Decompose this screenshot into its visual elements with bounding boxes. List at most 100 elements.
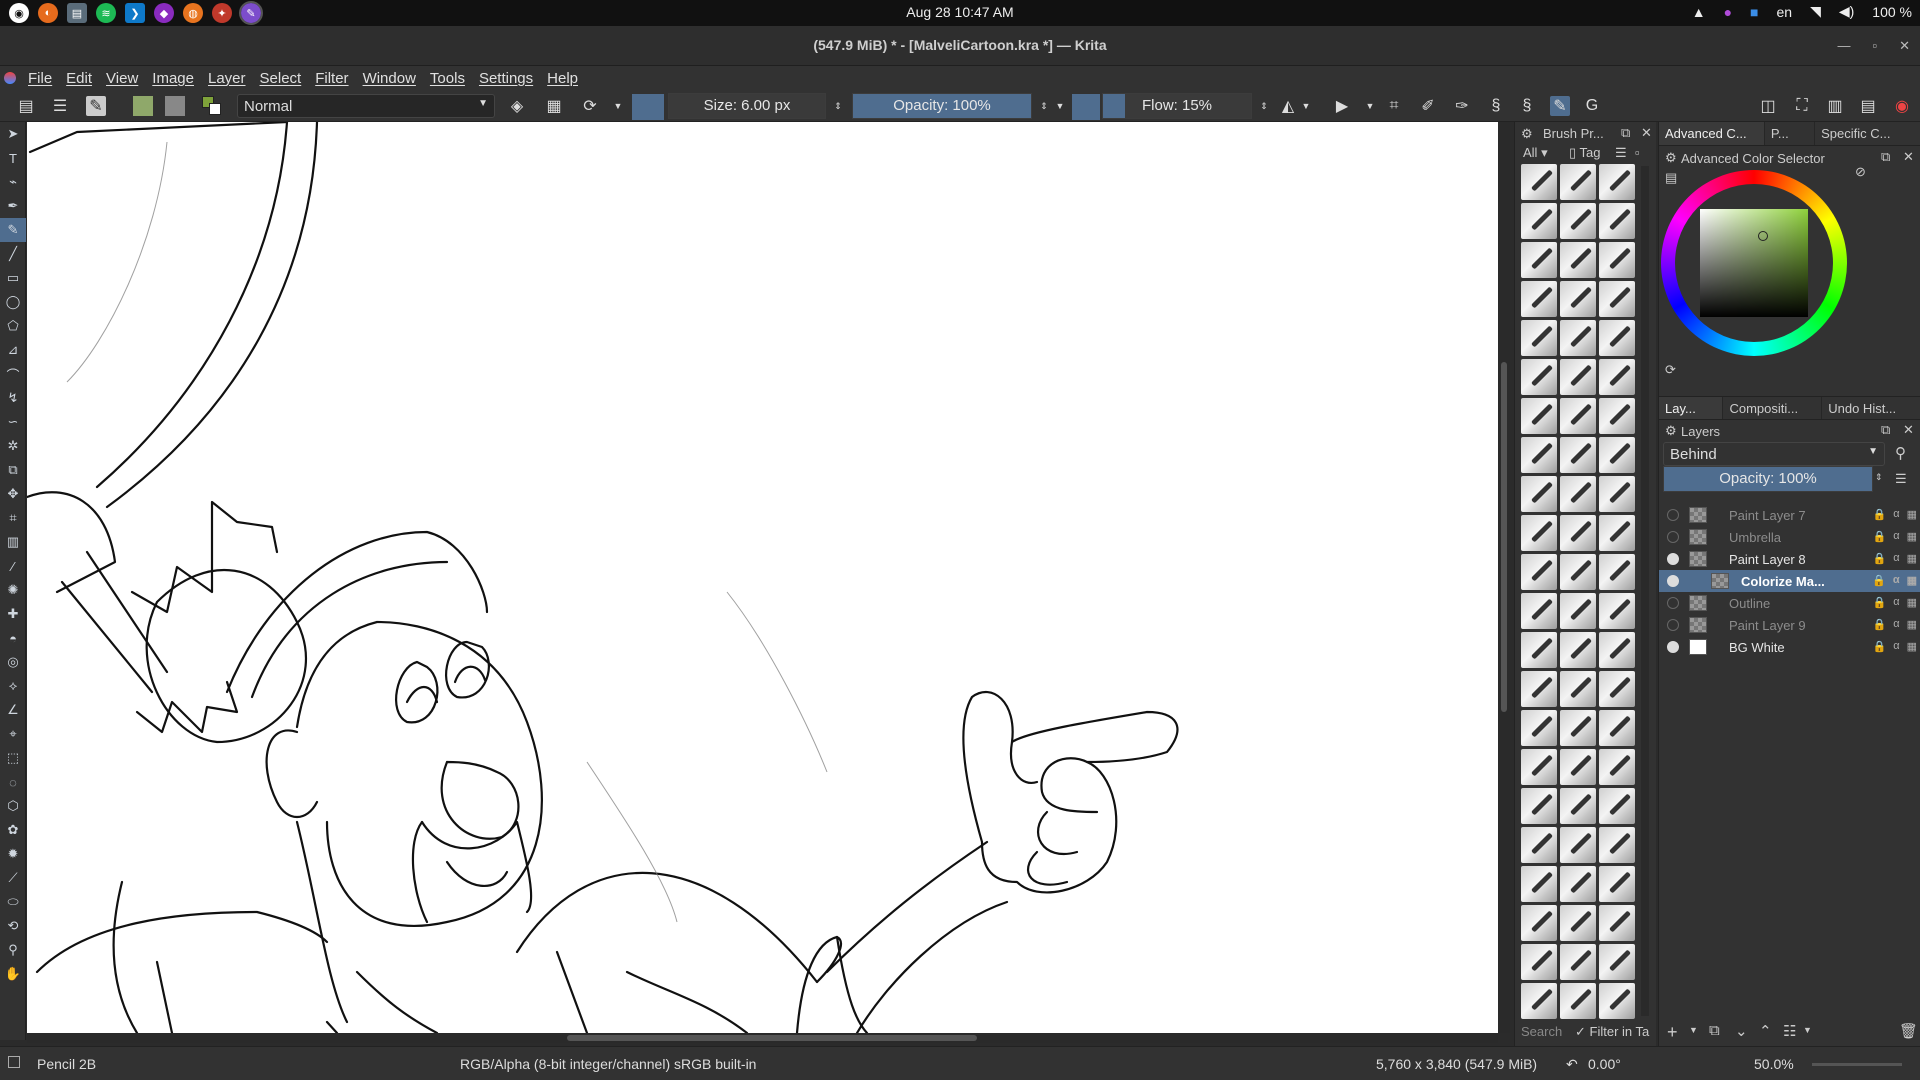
polyline-tool-icon[interactable]: ⊿ bbox=[0, 338, 26, 362]
add-layer-icon[interactable]: + bbox=[1667, 1022, 1678, 1043]
pan-tool-icon[interactable]: ✋ bbox=[0, 962, 26, 986]
brush-preset-tile[interactable] bbox=[1560, 281, 1596, 317]
tab-compositions[interactable]: Compositi... bbox=[1723, 397, 1823, 419]
brush-preset-tile[interactable] bbox=[1521, 281, 1557, 317]
brush-preset-tile[interactable] bbox=[1599, 905, 1635, 941]
chevron-down-icon[interactable]: ▼ bbox=[1360, 96, 1380, 116]
brush-preset-tile[interactable] bbox=[1560, 671, 1596, 707]
brush-preset-tile[interactable] bbox=[1521, 476, 1557, 512]
chevron-down-icon[interactable]: ▼ bbox=[1689, 1025, 1698, 1035]
view-mode-icon[interactable]: ☰ bbox=[1615, 145, 1627, 161]
alpha-lock-icon[interactable]: α bbox=[1893, 508, 1899, 521]
brush-preset-tile[interactable] bbox=[1599, 671, 1635, 707]
record-icon[interactable]: ◉ bbox=[1892, 96, 1912, 116]
brush-preset-tile[interactable] bbox=[1560, 905, 1596, 941]
chevron-down-icon[interactable]: ▼ bbox=[1803, 1025, 1812, 1035]
brush-preset-tile[interactable] bbox=[1599, 515, 1635, 551]
menu-window[interactable]: Window bbox=[363, 70, 416, 87]
alpha-lock-icon[interactable]: α bbox=[1893, 596, 1899, 609]
lock-icon[interactable]: 🔒 bbox=[1873, 508, 1887, 521]
alpha-lock-icon[interactable]: α bbox=[1893, 530, 1899, 543]
brush-preset-tile[interactable] bbox=[1599, 593, 1635, 629]
brush-preset-tile[interactable] bbox=[1521, 359, 1557, 395]
brush-preset-tile[interactable] bbox=[1599, 866, 1635, 902]
brush-preset-tile[interactable] bbox=[1560, 944, 1596, 980]
brush-preset-tile[interactable] bbox=[1521, 671, 1557, 707]
maximize-icon[interactable]: ▫ bbox=[1872, 38, 1877, 54]
freehand-brush-icon[interactable]: ✎ bbox=[0, 218, 26, 242]
vertical-scrollbar[interactable] bbox=[1498, 122, 1510, 1033]
brush-preset-tile[interactable] bbox=[1521, 827, 1557, 863]
brush-preset-tile[interactable] bbox=[1599, 944, 1635, 980]
edit-brush-settings-icon[interactable]: ☰ bbox=[50, 96, 70, 116]
filter-icon[interactable]: ⚲ bbox=[1895, 444, 1906, 462]
color-picker-cursor[interactable] bbox=[1758, 231, 1768, 241]
reload-preset-icon[interactable]: ⟳ bbox=[580, 96, 600, 116]
bezier-tool-icon[interactable]: ⌒ bbox=[0, 362, 26, 386]
flow-spin-icon[interactable]: ⇕ bbox=[1254, 96, 1274, 116]
brush-preset-tile[interactable] bbox=[1560, 515, 1596, 551]
keyboard-language[interactable]: en bbox=[1777, 4, 1793, 20]
flow-slider[interactable]: Flow: 15% bbox=[1102, 93, 1252, 119]
visibility-eye-icon[interactable] bbox=[1667, 531, 1679, 543]
float-docker-icon[interactable]: ⧉ bbox=[1881, 149, 1890, 165]
blend-mode-select[interactable]: Normal ▼ bbox=[237, 94, 495, 118]
settings-icon[interactable]: ⚙ bbox=[1665, 423, 1677, 439]
battery-level[interactable]: 100 % bbox=[1872, 4, 1912, 20]
gradient-icon[interactable] bbox=[133, 96, 153, 116]
menu-help[interactable]: Help bbox=[547, 70, 578, 87]
visibility-eye-icon[interactable] bbox=[1667, 553, 1679, 565]
import-icon[interactable]: ▫ bbox=[1635, 145, 1640, 160]
close-icon[interactable]: ✕ bbox=[1899, 38, 1910, 54]
chevron-down-icon[interactable]: ▼ bbox=[1050, 96, 1070, 116]
app-indicator2-icon[interactable]: ■ bbox=[1750, 4, 1758, 20]
enclose-fill-icon[interactable]: ◎ bbox=[0, 650, 26, 674]
contiguous-select-icon[interactable]: ✹ bbox=[0, 842, 26, 866]
brush-preset-tile[interactable] bbox=[1599, 710, 1635, 746]
tablet-icon[interactable]: G bbox=[1582, 96, 1602, 116]
tab-advanced-color[interactable]: Advanced C... bbox=[1659, 122, 1765, 145]
alpha-lock-icon[interactable]: α bbox=[1893, 618, 1899, 631]
delete-layer-icon[interactable]: 🗑 bbox=[1899, 1022, 1918, 1040]
mirror-horizontal-icon[interactable]: ◭ bbox=[1278, 96, 1298, 116]
inherit-alpha-icon[interactable]: ▦ bbox=[1907, 640, 1917, 653]
airbrush-icon[interactable]: ✑ bbox=[1452, 96, 1472, 116]
lock-icon[interactable]: 🔒 bbox=[1873, 552, 1887, 565]
reference-tool-icon[interactable]: ⌖ bbox=[0, 722, 26, 746]
mirror-vertical-icon[interactable]: ▶ bbox=[1332, 96, 1352, 116]
edit-shapes-icon[interactable]: ⌁ bbox=[0, 170, 26, 194]
brush-preset-tile[interactable] bbox=[1599, 281, 1635, 317]
brush-preset-tile[interactable] bbox=[1560, 788, 1596, 824]
zoom-level[interactable]: 50.0% bbox=[1754, 1056, 1794, 1072]
window-title-bar[interactable]: (547.9 MiB) * - [MalveliCartoon.kra *] —… bbox=[0, 26, 1920, 66]
layer-menu-icon[interactable]: ☰ bbox=[1895, 471, 1907, 487]
text-tool-icon[interactable]: T bbox=[0, 146, 26, 170]
canvas[interactable] bbox=[27, 122, 1498, 1033]
move-tool-icon[interactable]: ✥ bbox=[0, 482, 26, 506]
tag-button[interactable]: ▯ Tag bbox=[1569, 145, 1601, 161]
menu-select[interactable]: Select bbox=[260, 70, 302, 87]
smoothing-icon[interactable]: § bbox=[1517, 96, 1537, 116]
pattern-icon[interactable] bbox=[165, 96, 185, 116]
brush-preset-tile[interactable] bbox=[1521, 710, 1557, 746]
brush-preset-tile[interactable] bbox=[1521, 905, 1557, 941]
inherit-alpha-icon[interactable]: ▦ bbox=[1907, 574, 1917, 587]
menu-image[interactable]: Image bbox=[152, 70, 194, 87]
minimize-icon[interactable]: — bbox=[1837, 38, 1850, 54]
select-shapes-icon[interactable]: ➤ bbox=[0, 122, 26, 146]
layer-opacity-slider[interactable]: Opacity: 100% bbox=[1663, 466, 1873, 492]
foreground-background-color-icon[interactable] bbox=[202, 96, 222, 116]
brush-preset-tile[interactable] bbox=[1599, 437, 1635, 473]
brush-preset-tile[interactable] bbox=[1560, 632, 1596, 668]
brush-preset-tile[interactable] bbox=[1560, 983, 1596, 1019]
refresh-icon[interactable]: ⟳ bbox=[1665, 362, 1676, 378]
polygon-select-icon[interactable]: ⬡ bbox=[0, 794, 26, 818]
lock-icon[interactable]: 🔒 bbox=[1873, 530, 1887, 543]
brush-preset-tile[interactable] bbox=[1560, 476, 1596, 512]
inherit-alpha-icon[interactable]: ▦ bbox=[1907, 530, 1917, 543]
menu-file[interactable]: File bbox=[28, 70, 52, 87]
brush-preset-tile[interactable] bbox=[1599, 320, 1635, 356]
brush-preset-tile[interactable] bbox=[1521, 515, 1557, 551]
rectangle-tool-icon[interactable]: ▭ bbox=[0, 266, 26, 290]
brush-preset-tile[interactable] bbox=[1521, 749, 1557, 785]
